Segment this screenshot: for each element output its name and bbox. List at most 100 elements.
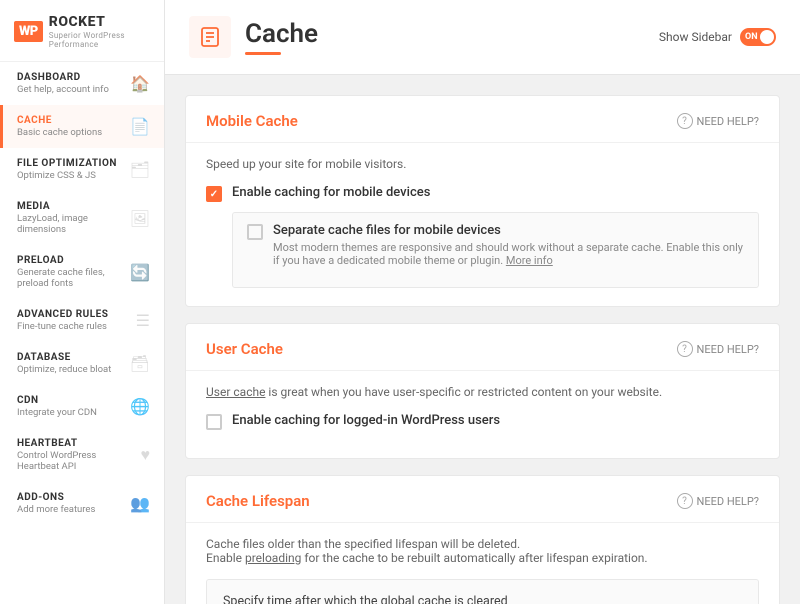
sidebar-toggle-switch[interactable]: ON [740,28,776,46]
sidebar-item-cdn-title: CDN [17,395,97,406]
sidebar-item-dashboard-title: DASHBOARD [17,72,109,83]
cache-lifespan-header: Cache Lifespan ? NEED HELP? [186,476,779,523]
sidebar-item-database-sub: Optimize, reduce bloat [17,364,111,375]
sidebar-item-heartbeat-sub: Control WordPress Heartbeat API [17,450,141,472]
header-left: Cache [189,16,318,58]
sidebar-item-advanced-rules[interactable]: ADVANCED RULES Fine-tune cache rules ☰ [0,299,164,342]
enable-mobile-label: Enable caching for mobile devices [232,185,430,200]
dashboard-icon: 🏠 [130,74,150,93]
sidebar-item-advanced-rules-title: ADVANCED RULES [17,309,108,320]
sidebar-item-media-sub: LazyLoad, image dimensions [17,213,130,235]
user-cache-need-help-label: NEED HELP? [697,343,759,356]
sidebar-item-preload-sub: Generate cache files, preload fonts [17,267,130,289]
mobile-cache-section: Mobile Cache ? NEED HELP? Speed up your … [185,95,780,307]
sidebar-nav: DASHBOARD Get help, account info 🏠 CACHE… [0,62,164,604]
sidebar-item-add-ons-title: ADD-ONS [17,492,95,503]
enable-logged-in-label: Enable caching for logged-in WordPress u… [232,413,500,428]
cache-lifespan-need-help[interactable]: ? NEED HELP? [677,493,759,509]
need-help-icon: ? [677,113,693,129]
user-cache-description-suffix: is great when you have user-specific or … [265,385,662,399]
header-cache-icon [189,16,231,58]
cache-lifespan-need-help-icon: ? [677,493,693,509]
toggle-on-label: ON [745,32,758,42]
mobile-cache-header: Mobile Cache ? NEED HELP? [186,96,779,143]
sidebar-item-heartbeat[interactable]: HEARTBEAT Control WordPress Heartbeat AP… [0,428,164,482]
mobile-cache-body: Speed up your site for mobile visitors. … [186,143,779,306]
cache-lifespan-title: Cache Lifespan [206,492,310,510]
sidebar-item-dashboard-sub: Get help, account info [17,84,109,95]
show-sidebar-label: Show Sidebar [659,30,732,44]
separate-cache-container: Separate cache files for mobile devices … [232,212,759,288]
sidebar-item-add-ons-sub: Add more features [17,504,95,515]
user-cache-description: User cache is great when you have user-s… [206,385,759,399]
enable-mobile-row: Enable caching for mobile devices [206,185,759,202]
lifespan-box: Specify time after which the global cach… [206,579,759,604]
logo-area: WP ROCKET Superior WordPress Performance [0,0,164,62]
enable-mobile-checkbox[interactable] [206,186,222,202]
main-header: Cache Show Sidebar ON [165,0,800,75]
toggle-knob [760,30,774,44]
add-ons-icon: 👥 [130,494,150,513]
sidebar-item-media[interactable]: MEDIA LazyLoad, image dimensions 🖼 [0,191,164,245]
sidebar-item-add-ons[interactable]: ADD-ONS Add more features 👥 [0,482,164,525]
lifespan-box-title: Specify time after which the global cach… [223,594,742,604]
sidebar-item-dashboard[interactable]: DASHBOARD Get help, account info 🏠 [0,62,164,105]
sidebar-item-cache[interactable]: CACHE Basic cache options 📄 [0,105,164,148]
main-content: Cache Show Sidebar ON Mobile Cache ? NEE… [165,0,800,604]
user-cache-body: User cache is great when you have user-s… [186,371,779,458]
database-icon: 🗃 [130,354,150,373]
sidebar-item-cdn-sub: Integrate your CDN [17,407,97,418]
sidebar-item-file-optimization-sub: Optimize CSS & JS [17,170,117,181]
cache-lifespan-description: Cache files older than the specified lif… [206,537,759,565]
content-body: Mobile Cache ? NEED HELP? Speed up your … [165,75,800,604]
sidebar-item-cdn[interactable]: CDN Integrate your CDN 🌐 [0,385,164,428]
header-underline [245,52,281,55]
advanced-rules-icon: ☰ [136,311,150,330]
more-info-link[interactable]: More info [506,254,553,267]
user-cache-link[interactable]: User cache [206,385,265,399]
cache-lifespan-desc2: Enable [206,551,245,565]
sidebar-item-preload-title: PRELOAD [17,255,130,266]
cdn-icon: 🌐 [130,397,150,416]
separate-cache-desc: Most modern themes are responsive and sh… [273,241,744,267]
preloading-link[interactable]: preloading [245,551,301,565]
user-cache-header: User Cache ? NEED HELP? [186,324,779,371]
sidebar-item-media-title: MEDIA [17,201,130,212]
media-icon: 🖼 [130,209,150,228]
logo-wp: WP [14,21,43,42]
cache-icon: 📄 [130,117,150,136]
mobile-cache-description: Speed up your site for mobile visitors. [206,157,759,171]
separate-cache-label: Separate cache files for mobile devices [273,223,744,238]
cache-lifespan-desc2-suffix: for the cache to be rebuilt automaticall… [301,551,647,565]
sidebar-item-advanced-rules-sub: Fine-tune cache rules [17,321,108,332]
sidebar-item-cache-title: CACHE [17,115,102,126]
logo-subtitle: Superior WordPress Performance [49,31,150,49]
cache-lifespan-section: Cache Lifespan ? NEED HELP? Cache files … [185,475,780,604]
enable-logged-in-row: Enable caching for logged-in WordPress u… [206,413,759,430]
mobile-cache-title: Mobile Cache [206,112,298,130]
mobile-cache-need-help-label: NEED HELP? [697,115,759,128]
sidebar-item-database[interactable]: DATABASE Optimize, reduce bloat 🗃 [0,342,164,385]
heartbeat-icon: ♥ [141,445,151,465]
sidebar-item-database-title: DATABASE [17,352,111,363]
logo-rocket: ROCKET [49,14,150,30]
sidebar-item-preload[interactable]: PRELOAD Generate cache files, preload fo… [0,245,164,299]
user-cache-section: User Cache ? NEED HELP? User cache is gr… [185,323,780,459]
separate-cache-checkbox[interactable] [247,224,263,240]
mobile-cache-need-help[interactable]: ? NEED HELP? [677,113,759,129]
show-sidebar-toggle[interactable]: Show Sidebar ON [659,28,776,46]
user-cache-need-help[interactable]: ? NEED HELP? [677,341,759,357]
cache-lifespan-need-help-label: NEED HELP? [697,495,759,508]
file-optimization-icon: 🗂 [130,160,150,179]
cache-lifespan-body: Cache files older than the specified lif… [186,523,779,604]
page-title: Cache [245,19,318,49]
sidebar-item-cache-sub: Basic cache options [17,127,102,138]
enable-logged-in-checkbox[interactable] [206,414,222,430]
sidebar-item-file-optimization-title: FILE OPTIMIZATION [17,158,117,169]
sidebar-item-file-optimization[interactable]: FILE OPTIMIZATION Optimize CSS & JS 🗂 [0,148,164,191]
separate-cache-row: Separate cache files for mobile devices … [247,223,744,267]
sidebar-item-heartbeat-title: HEARTBEAT [17,438,141,449]
preload-icon: 🔄 [130,263,150,282]
sidebar: WP ROCKET Superior WordPress Performance… [0,0,165,604]
user-cache-need-help-icon: ? [677,341,693,357]
